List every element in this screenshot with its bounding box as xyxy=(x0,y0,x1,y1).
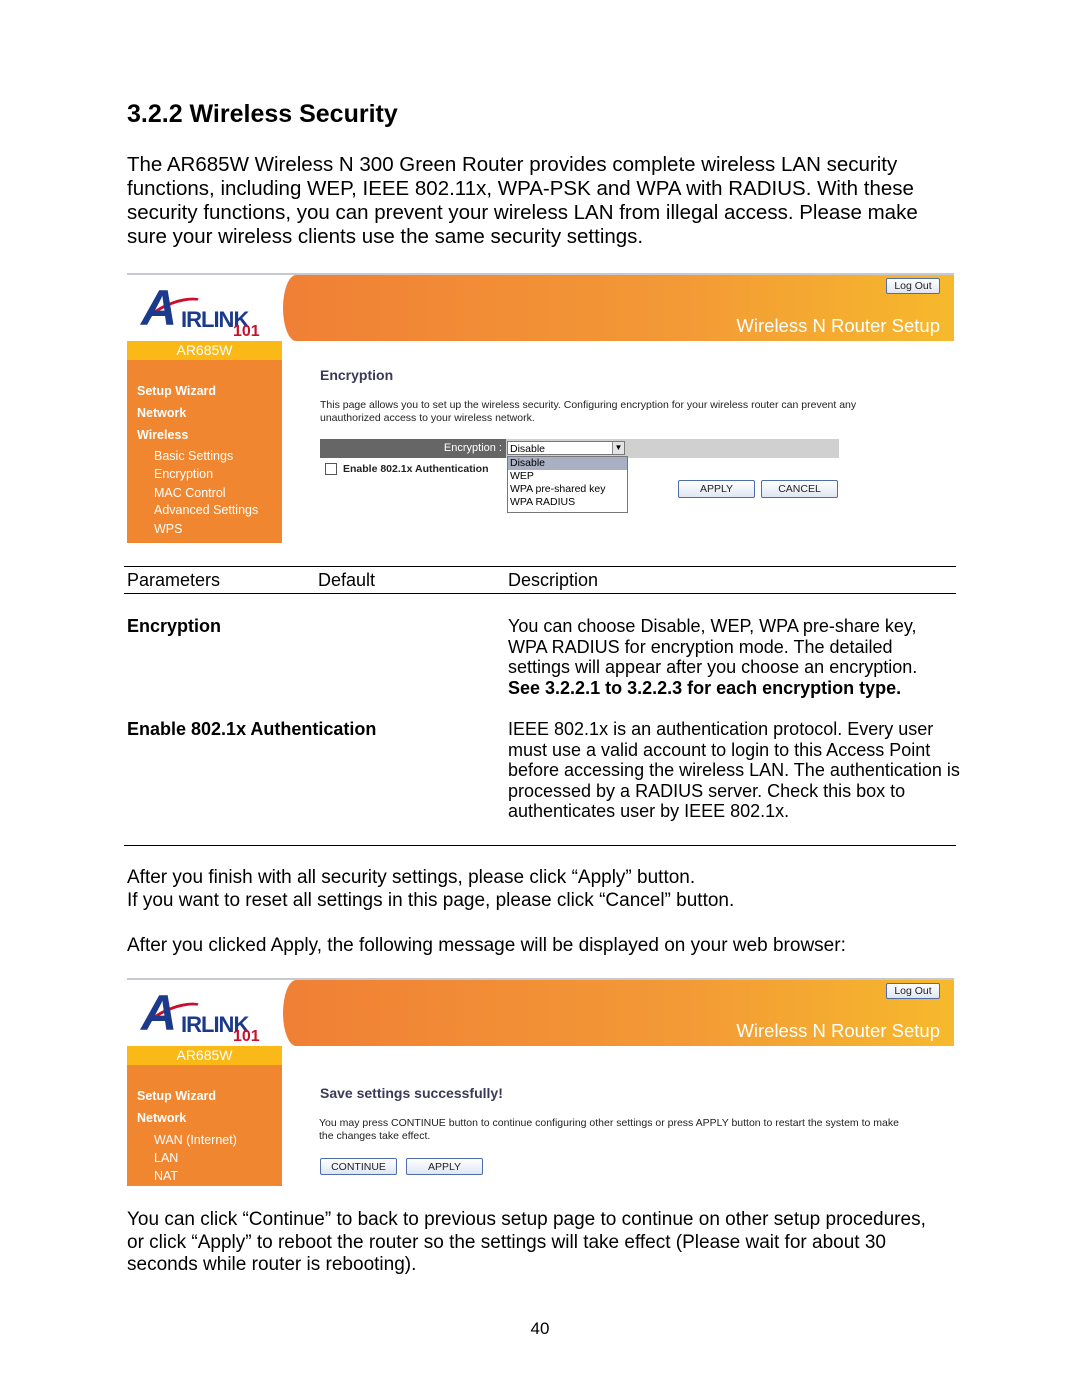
router-screenshot-saved: A IRLINK 101 AR685W Setup Wizard Network W… xyxy=(127,978,954,1186)
param-8021x: Enable 802.1x Authentication xyxy=(127,719,377,739)
option-wpa-radius[interactable]: WPA RADIUS xyxy=(508,496,627,509)
page-number: 40 xyxy=(530,1319,550,1338)
airlink-logo: A IRLINK 101 xyxy=(127,275,282,341)
sidebar-item-setup-wizard[interactable]: Setup Wizard xyxy=(137,384,216,398)
airlink-logo: A IRLINK 101 xyxy=(127,980,282,1046)
sidebar-item-mac-control[interactable]: MAC Control xyxy=(154,486,226,500)
table-bottom-rule xyxy=(124,845,956,846)
table-top-rule xyxy=(124,566,956,567)
model-label: AR685W xyxy=(127,1046,282,1065)
desc-8021x: IEEE 802.1x is an authentication protoco… xyxy=(508,719,960,821)
enable-8021x-checkbox[interactable] xyxy=(325,463,337,475)
sidebar-item-wps[interactable]: WPS xyxy=(154,522,182,536)
apply-button[interactable]: APPLY xyxy=(406,1158,483,1175)
option-wep[interactable]: WEP xyxy=(508,470,627,483)
sidebar-item-wireless[interactable]: Wireless xyxy=(137,428,188,442)
router-screenshot-encryption: A IRLINK 101 AR685W Setup Wizard Network W… xyxy=(127,273,954,545)
closing-paragraph: You can click “Continue” to back to prev… xyxy=(127,1209,926,1275)
sidebar-item-network[interactable]: Network xyxy=(137,1111,186,1125)
sidebar-item-wan[interactable]: WAN (Internet) xyxy=(154,1133,237,1147)
encryption-label: Encryption : xyxy=(320,439,506,458)
sidebar-item-advanced-settings[interactable]: Advanced Settings xyxy=(154,503,258,517)
logout-button[interactable]: Log Out xyxy=(886,983,940,999)
page-title: Encryption xyxy=(320,367,394,383)
page-description: This page allows you to set up the wirel… xyxy=(320,399,857,424)
cancel-button[interactable]: CANCEL xyxy=(761,480,838,498)
header-parameters: Parameters xyxy=(127,570,221,590)
sidebar-item-basic-settings[interactable]: Basic Settings xyxy=(154,449,233,463)
encryption-options-list: Disable WEP WPA pre-shared key WPA RADIU… xyxy=(507,456,628,513)
section-heading: 3.2.2 Wireless Security xyxy=(127,100,398,128)
header-banner: Log Out Wireless N Router Setup xyxy=(283,275,954,341)
sidebar-item-nat[interactable]: NAT xyxy=(154,1169,178,1183)
model-label: AR685W xyxy=(127,341,282,360)
banner-title: Wireless N Router Setup xyxy=(736,1020,940,1041)
apply-button[interactable]: APPLY xyxy=(678,480,755,498)
save-success-title: Save settings successfully! xyxy=(320,1085,503,1101)
encryption-select[interactable]: Disable ▼ xyxy=(507,441,625,455)
option-disable[interactable]: Disable xyxy=(508,457,627,470)
desc-encryption: You can choose Disable, WEP, WPA pre-sha… xyxy=(508,616,918,698)
save-description: You may press CONTINUE button to continu… xyxy=(319,1117,899,1142)
logout-button[interactable]: Log Out xyxy=(886,278,940,294)
chevron-down-icon[interactable]: ▼ xyxy=(612,442,624,454)
intro-paragraph: The AR685W Wireless N 300 Green Router p… xyxy=(127,153,918,248)
header-description: Description xyxy=(508,570,599,590)
sidebar-item-setup-wizard[interactable]: Setup Wizard xyxy=(137,1089,216,1103)
option-wpa-psk[interactable]: WPA pre-shared key xyxy=(508,483,627,496)
sidebar-item-encryption[interactable]: Encryption xyxy=(154,467,213,481)
enable-8021x-label: Enable 802.1x Authentication xyxy=(343,463,489,475)
param-encryption: Encryption xyxy=(127,616,222,636)
table-header-rule xyxy=(124,593,956,594)
after-apply-paragraph: After you clicked Apply, the following m… xyxy=(127,935,846,956)
header-banner: Log Out Wireless N Router Setup xyxy=(283,980,954,1046)
after-settings-paragraph: After you finish with all security setti… xyxy=(127,867,735,911)
banner-title: Wireless N Router Setup xyxy=(736,315,940,336)
sidebar-item-network[interactable]: Network xyxy=(137,406,186,420)
sidebar-item-lan[interactable]: LAN xyxy=(154,1151,178,1165)
manual-page: 3.2.2 Wireless Security The AR685W Wirel… xyxy=(0,0,1080,1397)
sidebar: Setup Wizard Network Wireless Basic Sett… xyxy=(127,360,282,543)
continue-button[interactable]: CONTINUE xyxy=(320,1158,397,1175)
sidebar: Setup Wizard Network WAN (Internet) LAN … xyxy=(127,1065,282,1186)
header-default: Default xyxy=(318,570,376,590)
